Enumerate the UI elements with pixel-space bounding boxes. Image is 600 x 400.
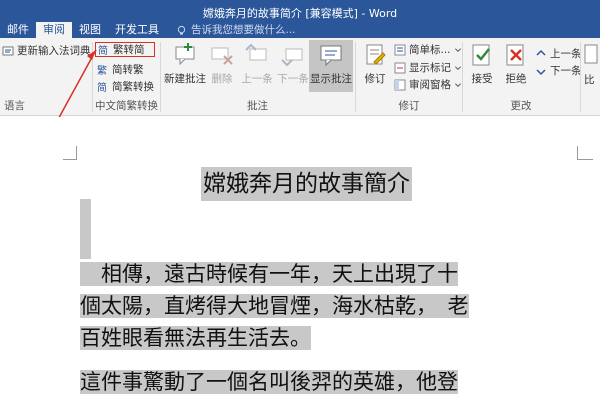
tab-review[interactable]: 审阅 [36,22,72,38]
markup-display-label: 简单标... [409,44,451,56]
accept-change-button[interactable]: 接受 [465,40,499,92]
group-divider [580,42,581,112]
reject-icon [506,44,524,66]
next-change-label: 下一条 [550,65,582,77]
accept-icon [472,44,490,66]
compare-icon [584,44,598,64]
delete-comment-icon [211,47,233,65]
group-tracking: 修订 简单标... 显示标记 审阅窗格 修订 [356,38,462,116]
margin-corner-right [577,146,593,160]
markup-display-select[interactable]: 简单标... [394,42,462,57]
show-markup-button[interactable]: 显示标记 [394,60,462,75]
review-pane-label: 审阅窗格 [409,79,451,91]
review-pane-icon [394,79,406,90]
chevron-down-icon [454,47,461,52]
group-language: 更新输入法词典 语言 [0,38,92,116]
paragraph-line: 個太陽，直烤得大地冒煙，海水枯乾， 老 [80,294,469,318]
lightbulb-icon [177,25,186,35]
group-chinese-conversion: 简 繁转简 繁 简转繁 简 简繁转换 中文简繁转换 [93,38,160,116]
ime-dictionary-icon [2,46,14,55]
show-comments-button[interactable]: 显示批注 [309,40,353,92]
ribbon: 更新输入法词典 语言 简 繁转简 繁 简转繁 简 简繁转换 中文简繁转换 新建批… [0,38,600,116]
delete-comment-button[interactable]: 删除 [205,40,239,92]
paragraph-line: 這件事驚動了一個名叫後羿的英雄，他登 [80,370,458,394]
previous-change-label: 上一条 [550,48,582,60]
show-comments-label: 显示批注 [310,73,352,85]
track-changes-button[interactable]: 修订 [358,40,392,92]
reject-label: 拒绝 [505,73,527,85]
margin-corner-left [63,146,77,160]
compare-label[interactable]: 比 [584,72,595,87]
tab-mailings[interactable]: 邮件 [0,22,36,38]
tell-me-placeholder: 告诉我您想要做什么... [191,24,296,36]
update-ime-label: 更新输入法词典 [17,45,91,57]
track-changes-label: 修订 [364,73,386,85]
trad-to-simp-button[interactable]: 简 繁转简 [95,42,155,57]
show-comments-icon [320,45,342,67]
previous-change-icon [536,49,546,56]
next-change-icon [536,68,546,75]
reject-change-button[interactable]: 拒绝 [499,40,533,92]
group-label-comments: 批注 [247,100,268,112]
simp-to-trad-label: 简转繁 [112,64,144,76]
simp-to-trad-button[interactable]: 繁 简转繁 [97,62,144,77]
simp-to-trad-icon: 繁 [97,64,107,76]
trad-to-simp-icon: 简 [98,44,108,56]
chevron-down-icon [454,82,462,87]
next-comment-icon [281,48,303,67]
update-ime-dictionary-button[interactable]: 更新输入法词典 [2,43,91,58]
window-title: 嫦娥奔月的故事简介 [兼容模式] - Word [202,7,398,20]
paragraph-line: 百姓眼看無法再生活去。 [80,326,311,350]
paragraph-1[interactable]: 相傳，遠古時候有一年，天上出現了十 個太陽，直烤得大地冒煙，海水枯乾， 老 百姓… [80,258,555,354]
next-comment-button[interactable]: 下一条 [275,40,311,92]
previous-comment-button[interactable]: 上一条 [239,40,275,92]
new-comment-button[interactable]: 新建批注 [163,40,207,92]
markup-display-icon [394,44,406,55]
group-label-changes: 更改 [510,100,532,112]
group-compare: 比 [582,38,600,116]
review-pane-button[interactable]: 审阅窗格 [394,77,462,92]
svg-text:简: 简 [98,44,108,56]
simp-trad-convert-icon: 简 [97,81,107,93]
paragraph-2[interactable]: 這件事驚動了一個名叫後羿的英雄，他登 [80,366,555,398]
selected-empty-line [80,199,91,259]
track-changes-icon [366,44,386,65]
new-comment-icon [175,43,195,66]
new-comment-label: 新建批注 [164,73,206,85]
chevron-down-icon [454,65,462,70]
tab-view[interactable]: 视图 [72,22,108,38]
previous-comment-label: 上一条 [241,73,273,85]
trad-to-simp-label: 繁转简 [113,44,145,56]
svg-text:简: 简 [97,81,107,93]
paragraph-line: 相傳，遠古時候有一年，天上出現了十 [80,262,458,286]
previous-change-button[interactable]: 上一条 [535,46,582,61]
simp-trad-convert-button[interactable]: 简 简繁转换 [97,79,154,94]
ribbon-tabs: 邮件 审阅 视图 开发工具 [0,22,166,38]
group-label-language: 语言 [4,100,25,112]
group-label-tracking: 修订 [398,100,420,112]
accept-label: 接受 [471,73,493,85]
svg-text:繁: 繁 [97,64,107,76]
group-label-chinese-conversion: 中文简繁转换 [95,100,158,112]
show-markup-label: 显示标记 [409,62,451,74]
simp-trad-convert-label: 简繁转换 [112,81,154,93]
tab-developer[interactable]: 开发工具 [108,22,166,38]
group-changes: 接受 拒绝 上一条 下一条 更改 [463,38,582,116]
show-markup-icon [394,62,406,73]
previous-comment-icon [245,43,267,61]
next-change-button[interactable]: 下一条 [535,63,582,78]
tell-me-box[interactable]: 告诉我您想要做什么... [176,23,296,37]
title-bar: 嫦娥奔月的故事简介 [兼容模式] - Word 邮件 审阅 视图 开发工具 告诉… [0,0,600,38]
next-comment-label: 下一条 [277,73,309,85]
group-comments: 新建批注 删除 上一条 下一条 显示批注 批注 [161,38,354,116]
delete-comment-label: 删除 [211,73,233,85]
document-title[interactable]: 嫦娥奔月的故事簡介 [201,167,412,201]
